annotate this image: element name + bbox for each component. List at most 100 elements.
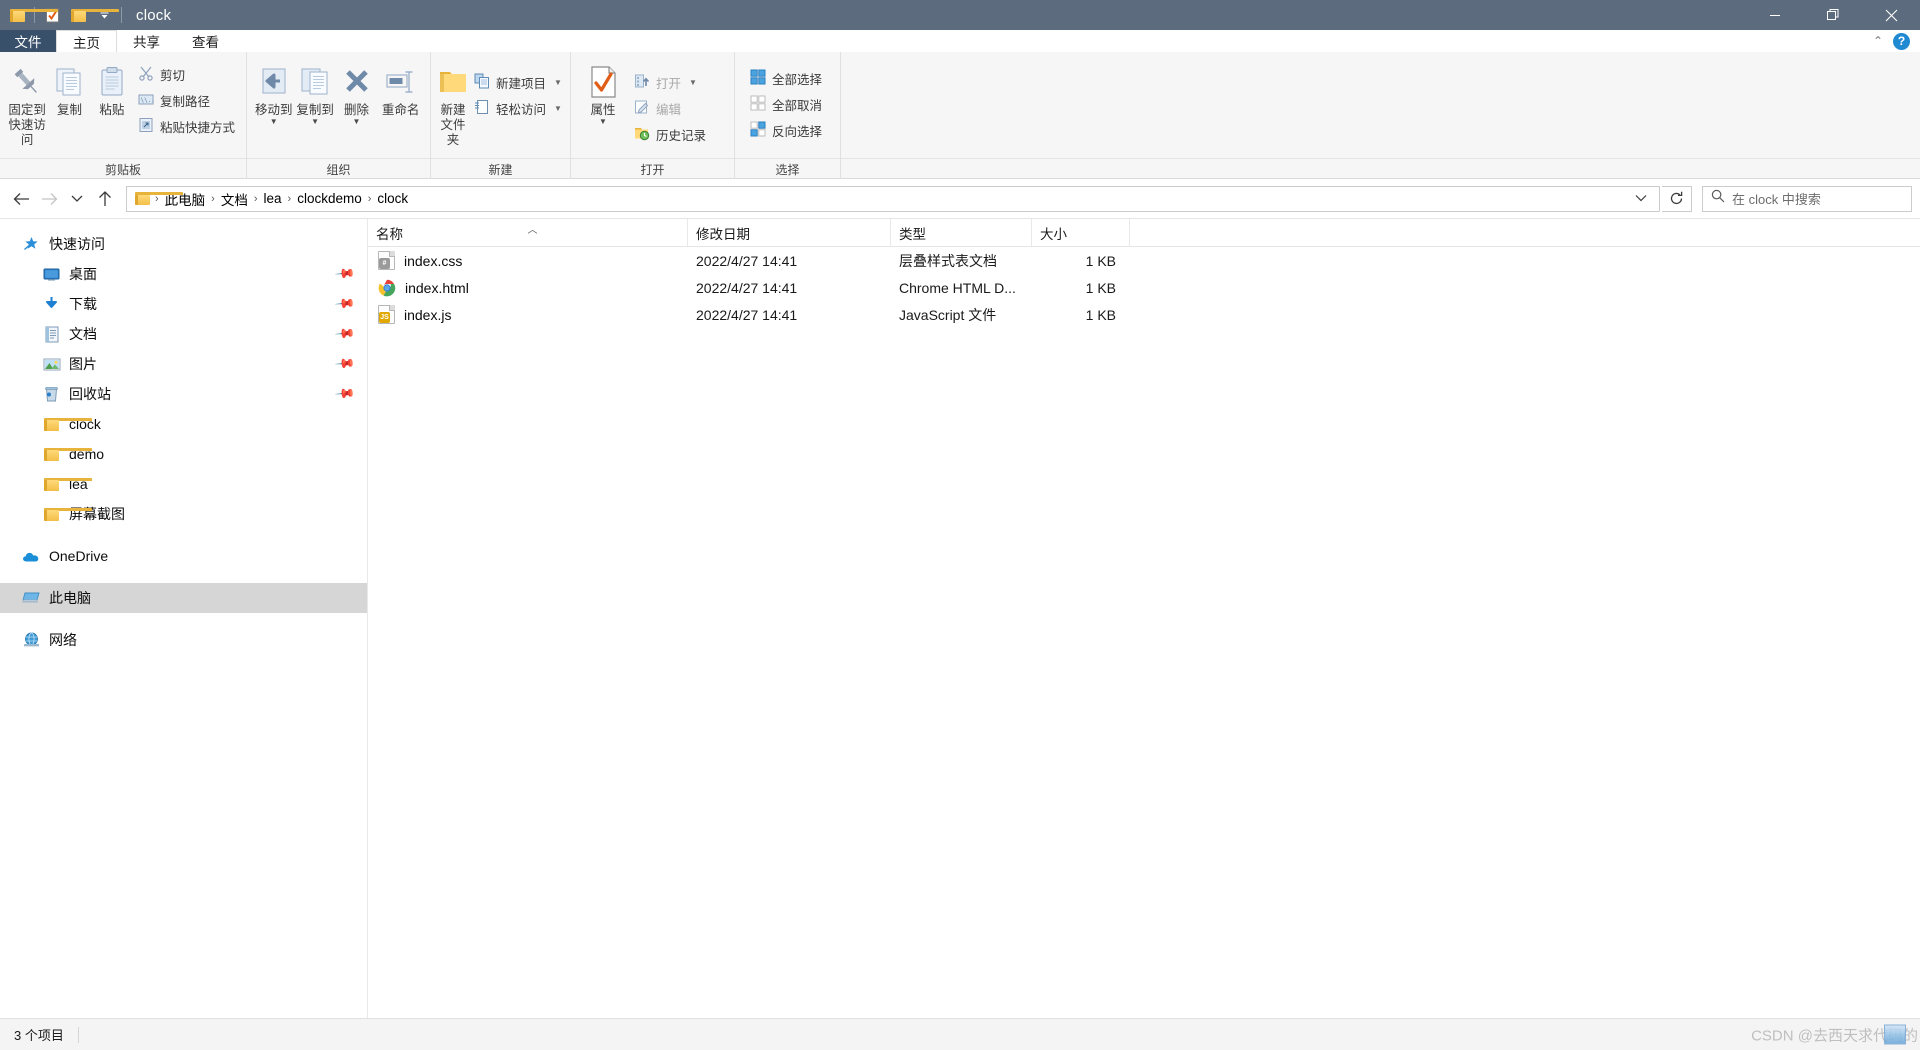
folder-icon[interactable] <box>4 2 58 28</box>
paste-button[interactable]: 粘贴 <box>91 58 133 118</box>
tab-share[interactable]: 共享 <box>117 30 176 52</box>
new-item-button[interactable]: 新建项目 ▼ <box>469 70 567 95</box>
column-label: 大小 <box>1040 226 1067 242</box>
paste-shortcut-button[interactable]: 粘贴快捷方式 <box>133 114 240 139</box>
pin-icon[interactable]: 📌 <box>334 293 356 316</box>
sidebar-item-onedrive[interactable]: OneDrive <box>0 541 367 571</box>
chevron-down-icon[interactable]: ▼ <box>311 118 319 126</box>
maximize-restore-button[interactable] <box>1804 0 1862 30</box>
sidebar-item-demo[interactable]: demo <box>0 439 367 469</box>
minimize-button[interactable] <box>1746 0 1804 30</box>
sidebar-label: demo <box>69 446 105 462</box>
open-button[interactable]: 打开 ▼ <box>629 70 711 95</box>
chevron-down-icon[interactable]: ▼ <box>270 118 278 126</box>
sidebar-header-quick-access[interactable]: 快速访问 <box>0 229 367 259</box>
ribbon: 固定到 快速访问 复制 粘贴 剪切 \\.. 复制路径 粘贴快捷方式 剪贴板 移… <box>0 52 1920 179</box>
tab-file[interactable]: 文件 <box>0 30 56 52</box>
sidebar-item-this-pc[interactable]: 此电脑 <box>0 583 367 613</box>
properties-check-icon[interactable] <box>39 2 65 28</box>
breadcrumb-item-clockdemo[interactable]: clockdemo <box>292 189 367 208</box>
address-bar[interactable]: › 此电脑 › 文档 › lea › clockdemo › clock <box>126 185 1660 212</box>
new-folder-icon[interactable] <box>65 2 119 28</box>
divider <box>77 1026 79 1043</box>
back-button[interactable] <box>8 186 34 212</box>
copy-button[interactable]: 复制 <box>48 58 90 118</box>
history-icon <box>634 125 650 144</box>
navigation-bar: › 此电脑 › 文档 › lea › clockdemo › clock 在 c… <box>0 179 1920 219</box>
sidebar-item-downloads[interactable]: 下载 📌 <box>0 289 367 319</box>
rename-button[interactable]: 重命名 <box>377 58 424 118</box>
search-input[interactable]: 在 clock 中搜索 <box>1732 189 1821 208</box>
pin-to-quick-access-button[interactable]: 固定到 快速访问 <box>6 58 48 148</box>
tab-view[interactable]: 查看 <box>176 30 235 52</box>
close-button[interactable] <box>1862 0 1920 30</box>
edit-button[interactable]: 编辑 <box>629 96 711 121</box>
status-bar: 3 个项目 CSDN @去西天求代码的 <box>0 1018 1920 1050</box>
breadcrumb-item-clock[interactable]: clock <box>372 189 413 208</box>
delete-button[interactable]: 删除 ▼ <box>336 58 377 126</box>
new-folder-button[interactable]: 新建 文件夹 <box>437 58 469 148</box>
select-none-button[interactable]: 全部取消 <box>745 92 827 117</box>
sidebar-item-screenshots[interactable]: 屏幕截图 <box>0 499 367 529</box>
breadcrumb-item-documents[interactable]: 文档 <box>216 187 253 211</box>
pin-icon[interactable]: 📌 <box>334 353 356 376</box>
new-small-buttons: 新建项目 ▼ 轻松访问 ▼ <box>469 58 567 121</box>
move-to-button[interactable]: 移动到 ▼ <box>253 58 294 126</box>
file-name-cell: # index.css <box>368 251 688 270</box>
item-count: 3 个项目 <box>14 1028 64 1043</box>
invert-selection-button[interactable]: 反向选择 <box>745 118 827 143</box>
sidebar-item-recycle-bin[interactable]: 回收站 📌 <box>0 379 367 409</box>
file-name: index.css <box>404 252 463 269</box>
up-button[interactable] <box>92 186 118 212</box>
label-line1: 移动到 <box>254 103 293 117</box>
easy-access-button[interactable]: 轻松访问 ▼ <box>469 96 567 121</box>
table-row[interactable]: # index.css 2022/4/27 14:41 层叠样式表文档 1 KB <box>368 247 1920 274</box>
table-row[interactable]: JS index.js 2022/4/27 14:41 JavaScript 文… <box>368 301 1920 328</box>
customize-caret-icon[interactable] <box>91 2 117 28</box>
history-button[interactable]: 历史记录 <box>629 122 711 147</box>
column-header-type[interactable]: 类型 <box>891 219 1032 246</box>
chevron-down-icon[interactable]: ▼ <box>353 118 361 126</box>
folder-icon <box>135 192 183 205</box>
open-label: 打开 <box>656 77 682 91</box>
refresh-button[interactable] <box>1662 185 1692 212</box>
column-header-date[interactable]: 修改日期 <box>688 219 891 246</box>
chevron-down-icon[interactable]: ▼ <box>554 104 562 113</box>
copy-to-button[interactable]: 复制到 ▼ <box>294 58 335 126</box>
search-box[interactable]: 在 clock 中搜索 <box>1702 185 1912 212</box>
sidebar-item-desktop[interactable]: 桌面 📌 <box>0 259 367 289</box>
address-dropdown-icon[interactable] <box>1627 193 1655 205</box>
cut-button[interactable]: 剪切 <box>133 62 240 87</box>
breadcrumb-item-lea[interactable]: lea <box>259 189 287 208</box>
file-list-pane: ︿ 名称 修改日期 类型 大小 # index.css 2022/4/27 14… <box>368 219 1920 1018</box>
breadcrumb-item-this-pc[interactable]: 此电脑 <box>160 187 211 211</box>
sidebar-item-lea[interactable]: lea <box>0 469 367 499</box>
help-button[interactable]: ? <box>1893 32 1910 50</box>
chevron-down-icon[interactable]: ▼ <box>689 78 697 87</box>
select-all-button[interactable]: 全部选择 <box>745 66 827 91</box>
chevron-down-icon[interactable]: ▼ <box>599 118 607 126</box>
forward-button[interactable] <box>36 186 62 212</box>
pin-icon[interactable]: 📌 <box>334 323 356 346</box>
select-all-icon <box>750 69 766 88</box>
pin-icon[interactable]: 📌 <box>334 263 356 286</box>
table-row[interactable]: index.html 2022/4/27 14:41 Chrome HTML D… <box>368 274 1920 301</box>
sidebar-item-network[interactable]: 网络 <box>0 625 367 655</box>
sidebar-item-clock[interactable]: clock <box>0 409 367 439</box>
column-header-size[interactable]: 大小 <box>1032 219 1130 246</box>
open-icon <box>634 73 650 92</box>
pin-icon[interactable]: 📌 <box>334 383 356 406</box>
breadcrumb: › 此电脑 › 文档 › lea › clockdemo › clock <box>135 187 1627 211</box>
copy-path-button[interactable]: \\.. 复制路径 <box>133 88 240 113</box>
sidebar-item-pictures[interactable]: 图片 📌 <box>0 349 367 379</box>
chevron-down-icon[interactable]: ▼ <box>554 78 562 87</box>
recent-locations-button[interactable] <box>64 186 90 212</box>
tab-home[interactable]: 主页 <box>56 30 117 52</box>
file-name: index.js <box>404 306 452 323</box>
column-header-name[interactable]: ︿ 名称 <box>368 219 688 246</box>
collapse-ribbon-icon[interactable]: ⌃ <box>1873 34 1883 48</box>
sidebar-item-documents[interactable]: 文档 📌 <box>0 319 367 349</box>
file-size: 1 KB <box>1085 252 1116 269</box>
file-date: 2022/4/27 14:41 <box>696 279 798 296</box>
properties-button[interactable]: 属性 ▼ <box>577 58 629 126</box>
